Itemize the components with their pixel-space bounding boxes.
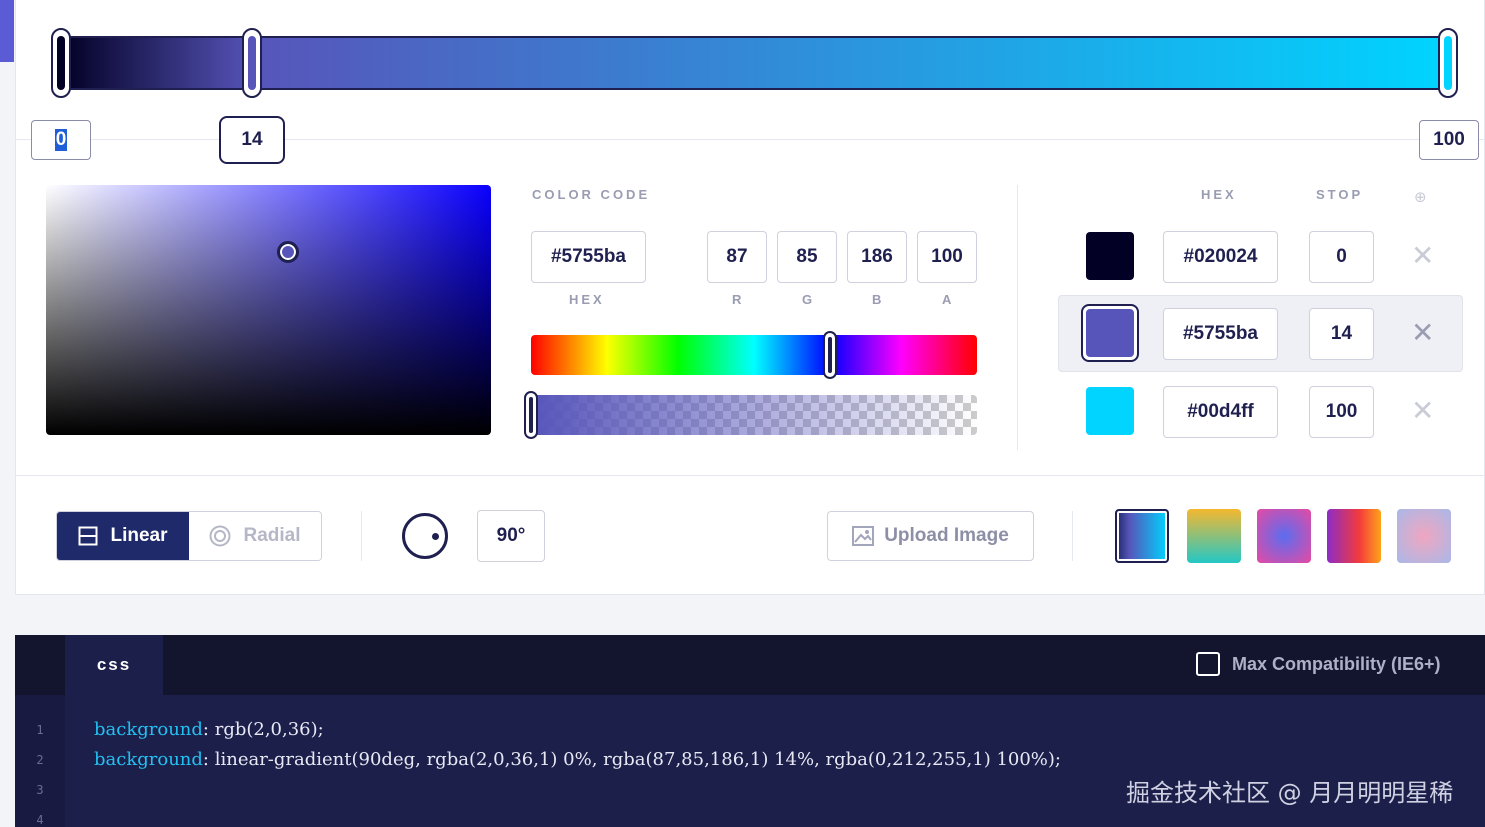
line-number: 1 (36, 723, 44, 737)
stop-hex-input[interactable]: #020024 (1163, 231, 1278, 283)
stop-swatch[interactable] (1086, 232, 1134, 280)
alpha-slider[interactable] (531, 395, 977, 435)
stop-position-value: 100 (1433, 129, 1465, 150)
gradient-stop-handle-100[interactable] (1438, 28, 1458, 98)
linear-button[interactable]: Linear (57, 512, 189, 560)
upload-image-button[interactable]: Upload Image (827, 511, 1034, 561)
hex-input-value: #5755ba (550, 246, 626, 267)
line-number: 4 (36, 813, 44, 827)
b-label: B (872, 292, 885, 307)
stop-position-value: 100 (1325, 401, 1358, 422)
line-number: 2 (36, 753, 44, 767)
stop-position-value: 0 (54, 129, 68, 151)
hue-slider[interactable] (531, 335, 977, 375)
hue-slider-handle[interactable] (823, 331, 837, 379)
stop-position-input-first[interactable]: 0 (31, 120, 91, 160)
upload-image-label: Upload Image (884, 525, 1009, 546)
stop-position-input-second[interactable]: 14 (219, 116, 285, 164)
stop-hex-value: #5755ba (1182, 323, 1258, 344)
angle-value: 90° (496, 525, 526, 546)
gradient-stop-handle-0[interactable] (51, 28, 71, 98)
color-code-label: COLOR CODE (532, 187, 651, 202)
blue-value: 186 (861, 246, 893, 267)
checkbox-icon[interactable] (1196, 652, 1220, 676)
green-input[interactable]: 85 (777, 231, 837, 283)
divider (15, 475, 1485, 476)
add-stop-icon[interactable]: ⊕ (1414, 188, 1427, 206)
stop-hex-input[interactable]: #00d4ff (1163, 386, 1278, 438)
css-property: background (94, 719, 203, 740)
code-line-1[interactable]: background: rgb(2,0,36); (94, 719, 324, 740)
red-input[interactable]: 87 (707, 231, 767, 283)
preset-gradient-3[interactable] (1257, 509, 1311, 563)
stop-hex-value: #020024 (1183, 246, 1258, 267)
remove-stop-icon[interactable]: ✕ (1411, 397, 1434, 425)
red-value: 87 (726, 246, 748, 267)
css-value: : rgb(2,0,36); (202, 719, 324, 740)
preset-gradient-1[interactable] (1115, 509, 1169, 563)
g-label: G (802, 292, 816, 307)
stop-position-input-third[interactable]: 100 (1419, 120, 1479, 160)
stop-position-field[interactable]: 0 (1309, 231, 1374, 283)
css-property: background (94, 749, 203, 770)
line-number: 3 (36, 783, 44, 797)
radial-button[interactable]: Radial (189, 512, 321, 560)
stop-position-value: 14 (1330, 323, 1353, 344)
green-value: 85 (796, 246, 818, 267)
alpha-value: 100 (931, 246, 963, 267)
picker-cursor[interactable] (277, 241, 299, 263)
stop-position-field[interactable]: 100 (1309, 386, 1374, 438)
gradient-stop-handle-14[interactable] (242, 28, 262, 98)
max-compat-toggle[interactable]: Max Compatibility (IE6+) (1196, 652, 1441, 676)
saturation-value-picker[interactable] (46, 185, 491, 435)
remove-stop-icon[interactable]: ✕ (1411, 242, 1434, 270)
a-label: A (942, 292, 955, 307)
stops-hex-header: HEX (1201, 187, 1237, 202)
vertical-divider (1017, 185, 1018, 450)
stop-hex-value: #00d4ff (1187, 401, 1254, 422)
hex-label: HEX (569, 292, 605, 307)
radial-label: Radial (243, 525, 301, 546)
gradient-preview-bar[interactable] (60, 36, 1450, 90)
watermark: 掘金技术社区 @ 月月明明星稀 (1126, 779, 1454, 807)
stop-position-value: 0 (1336, 246, 1347, 267)
blue-input[interactable]: 186 (847, 231, 907, 283)
gradient-type-toggle: Linear Radial (56, 511, 322, 561)
radial-icon (209, 525, 231, 547)
preset-gradient-5[interactable] (1397, 509, 1451, 563)
stop-hex-input[interactable]: #5755ba (1163, 308, 1278, 360)
remove-stop-icon[interactable]: ✕ (1411, 319, 1434, 347)
stop-swatch[interactable] (1086, 387, 1134, 435)
vertical-divider (361, 511, 362, 561)
left-accent-bar (0, 0, 14, 62)
code-line-2[interactable]: background: linear-gradient(90deg, rgba(… (94, 749, 1061, 770)
r-label: R (732, 292, 745, 307)
alpha-input[interactable]: 100 (917, 231, 977, 283)
tab-css[interactable]: css (65, 635, 163, 695)
stop-swatch[interactable] (1086, 309, 1134, 357)
stop-position-value: 14 (241, 129, 263, 150)
preset-gradient-2[interactable] (1187, 509, 1241, 563)
linear-icon (78, 526, 98, 546)
css-value: : linear-gradient(90deg, rgba(2,0,36,1) … (202, 749, 1061, 770)
angle-dial-icon[interactable] (402, 513, 448, 559)
preset-gradient-4[interactable] (1327, 509, 1381, 563)
linear-label: Linear (110, 525, 168, 546)
vertical-divider (1072, 511, 1073, 561)
max-compat-label: Max Compatibility (IE6+) (1232, 653, 1441, 674)
hex-input[interactable]: #5755ba (531, 231, 646, 283)
image-icon (852, 526, 875, 546)
angle-input[interactable]: 90° (477, 510, 545, 562)
stop-position-field[interactable]: 14 (1309, 308, 1374, 360)
alpha-slider-handle[interactable] (524, 391, 538, 439)
stops-stop-header: STOP (1316, 187, 1364, 202)
